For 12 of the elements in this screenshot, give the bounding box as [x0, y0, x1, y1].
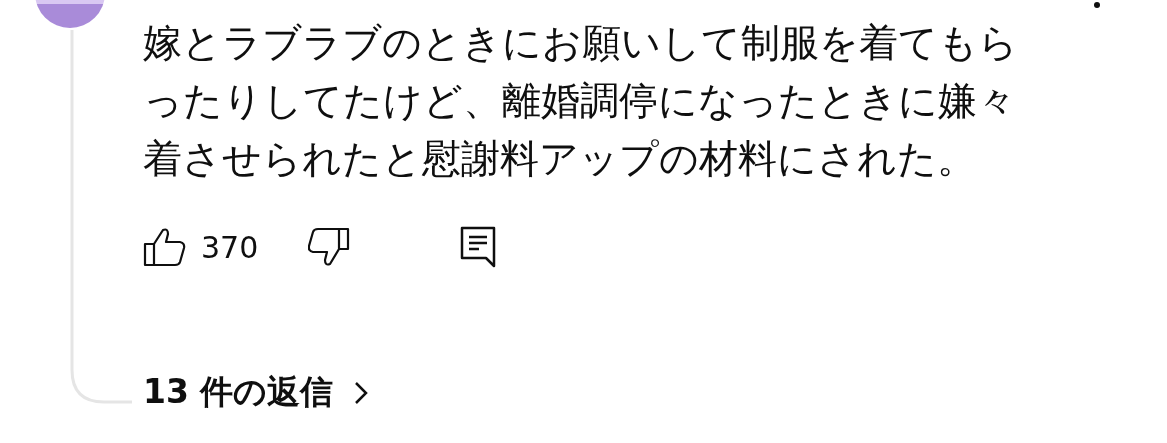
chevron-right-icon — [353, 379, 370, 406]
dislike-button[interactable] — [308, 227, 351, 267]
more-menu-icon[interactable] — [1093, 0, 1101, 10]
comment-text: 嫁とラブラブのときにお願いして制服を着てもらったりしてたけど、離婚調停になったときに嫌々着させられたと慰謝料アップの材料にされた。 — [143, 19, 1019, 183]
like-button[interactable] — [143, 227, 187, 267]
thumbs-down-icon — [308, 227, 351, 267]
like-count: 370 — [201, 229, 259, 265]
replies-toggle[interactable]: 13 件の返信 — [143, 370, 370, 415]
replies-label: 13 件の返信 — [143, 371, 334, 413]
thumbs-up-icon — [143, 227, 187, 267]
reply-button[interactable] — [460, 226, 497, 268]
comment-icon — [460, 226, 497, 268]
